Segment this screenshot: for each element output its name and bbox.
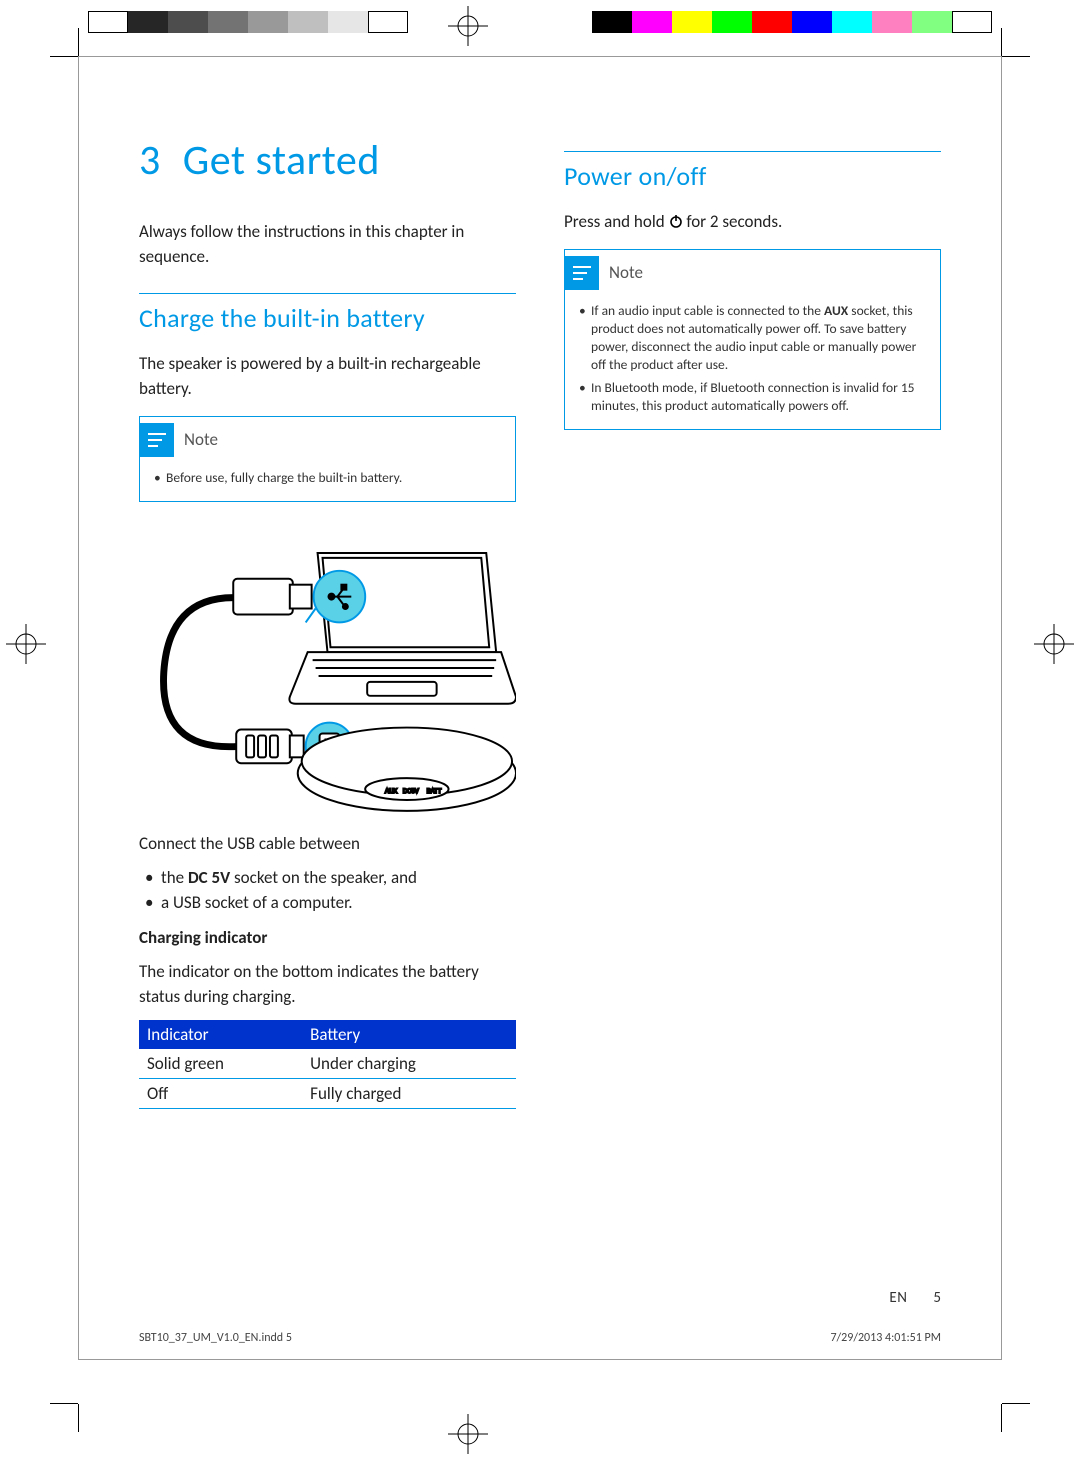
indicator-table: Indicator Battery Solid green Under char… bbox=[139, 1020, 516, 1109]
note-icon bbox=[140, 423, 174, 457]
connect-lead: Connect the USB cable between bbox=[139, 832, 516, 857]
note-box-charge: Note Before use, fully charge the built-… bbox=[139, 416, 516, 502]
table-row: Off Fully charged bbox=[139, 1078, 516, 1108]
list-item: the DC 5V socket on the speaker, and bbox=[139, 866, 516, 891]
list-item: Before use, fully charge the built-in ba… bbox=[152, 469, 503, 487]
registration-target-icon bbox=[448, 6, 488, 46]
footer-lang: EN bbox=[889, 1289, 907, 1307]
imprint-stamp: 7/29/2013 4:01:51 PM bbox=[830, 1331, 941, 1345]
note-list: Before use, fully charge the built-in ba… bbox=[152, 469, 503, 487]
crop-mark bbox=[970, 1372, 1030, 1432]
color-colorbar bbox=[592, 11, 992, 33]
table-header: Indicator bbox=[139, 1020, 302, 1049]
table-header: Battery bbox=[302, 1020, 516, 1049]
note-icon bbox=[565, 256, 599, 290]
note-title: Note bbox=[609, 262, 643, 283]
table-row: Solid green Under charging bbox=[139, 1049, 516, 1079]
left-column: 3 Get started Always follow the instructi… bbox=[139, 135, 516, 1109]
note-list: If an audio input cable is connected to … bbox=[577, 302, 928, 415]
list-item: If an audio input cable is connected to … bbox=[577, 302, 928, 375]
indicator-subhead: Charging indicator bbox=[139, 926, 516, 951]
charge-intro: The speaker is powered by a built-in rec… bbox=[139, 352, 516, 401]
list-item: a USB socket of a computer. bbox=[139, 891, 516, 916]
grayscale-colorbar bbox=[88, 11, 408, 33]
indicator-body: The indicator on the bottom indicates th… bbox=[139, 960, 516, 1009]
imprint-line: SBT10_37_UM_V1.0_EN.indd 5 7/29/2013 4:0… bbox=[139, 1331, 941, 1345]
charging-illustration: AUX DC5V BATT bbox=[139, 522, 516, 822]
svg-text:BATT: BATT bbox=[427, 789, 442, 795]
registration-target-icon bbox=[448, 1414, 488, 1454]
list-item: In Bluetooth mode, if Bluetooth connecti… bbox=[577, 379, 928, 415]
page-footer: EN 5 bbox=[889, 1289, 941, 1307]
chapter-title: Get started bbox=[183, 135, 380, 186]
imprint-file: SBT10_37_UM_V1.0_EN.indd 5 bbox=[139, 1331, 292, 1345]
registration-target-icon bbox=[1034, 624, 1074, 664]
right-column: Power on/off Press and hold for 2 second… bbox=[564, 135, 941, 1109]
section-heading-power: Power on/off bbox=[564, 151, 941, 192]
page-frame: 3 Get started Always follow the instructi… bbox=[78, 56, 1002, 1360]
svg-text:DC5V: DC5V bbox=[403, 789, 419, 795]
connect-list: the DC 5V socket on the speaker, anda US… bbox=[139, 866, 516, 915]
section-heading-charge: Charge the built-in battery bbox=[139, 293, 516, 334]
crop-mark bbox=[50, 1372, 110, 1432]
chapter-heading: 3 Get started bbox=[139, 135, 516, 186]
power-instruction: Press and hold for 2 seconds. bbox=[564, 210, 941, 235]
note-title: Note bbox=[184, 429, 218, 450]
note-box-power: Note If an audio input cable is connecte… bbox=[564, 249, 941, 430]
chapter-number: 3 bbox=[139, 135, 161, 186]
footer-page: 5 bbox=[933, 1289, 941, 1307]
registration-target-icon bbox=[6, 624, 46, 664]
chapter-intro: Always follow the instructions in this c… bbox=[139, 220, 516, 269]
power-icon bbox=[669, 211, 683, 225]
svg-text:AUX: AUX bbox=[385, 789, 397, 795]
